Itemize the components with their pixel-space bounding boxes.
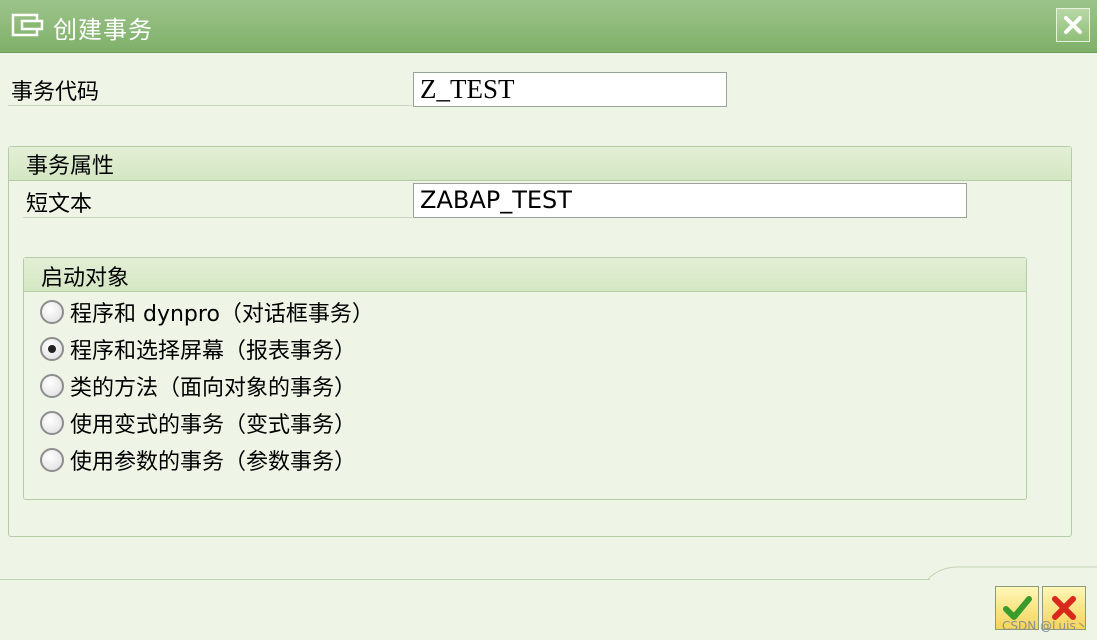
radio-button[interactable] — [40, 411, 64, 435]
radio-label: 使用变式的事务（变式事务） — [70, 413, 357, 438]
radio-button[interactable] — [40, 300, 64, 324]
short-text-label: 短文本 — [26, 192, 93, 217]
group-header — [24, 258, 1026, 292]
radio-button-selected[interactable] — [40, 337, 64, 361]
footer-divider — [0, 579, 930, 580]
short-text-input[interactable]: ZABAP_TEST — [413, 183, 967, 218]
footer-divider-curve — [928, 566, 1097, 580]
group-title: 启动对象 — [41, 266, 130, 291]
radio-label: 类的方法（面向对象的事务） — [70, 376, 357, 401]
radio-option-dialog-transaction[interactable]: 程序和 dynpro（对话框事务） — [40, 295, 374, 329]
transaction-code-label: 事务代码 — [11, 80, 100, 105]
close-button[interactable] — [1056, 8, 1090, 42]
label-underline — [23, 217, 412, 218]
window-title: 创建事务 — [53, 16, 153, 44]
radio-option-parameter-transaction[interactable]: 使用参数的事务（参数事务） — [40, 443, 356, 477]
label-underline — [8, 105, 412, 106]
radio-label: 使用参数的事务（参数事务） — [70, 450, 357, 475]
group-header — [9, 147, 1071, 181]
radio-button[interactable] — [40, 374, 64, 398]
close-icon — [1064, 16, 1082, 34]
create-transaction-icon — [11, 13, 44, 37]
group-title: 事务属性 — [26, 154, 115, 179]
radio-option-variant-transaction[interactable]: 使用变式的事务（变式事务） — [40, 406, 356, 440]
radio-option-report-transaction[interactable]: 程序和选择屏幕（报表事务） — [40, 332, 356, 366]
title-bar: 创建事务 — [0, 0, 1097, 53]
radio-label: 程序和选择屏幕（报表事务） — [70, 339, 357, 364]
watermark-text: CSDN @Luis丶 — [1002, 619, 1088, 633]
transaction-code-input[interactable]: Z_TEST — [413, 72, 727, 107]
radio-label: 程序和 dynpro（对话框事务） — [70, 302, 374, 327]
radio-option-oo-transaction[interactable]: 类的方法（面向对象的事务） — [40, 369, 356, 403]
radio-button[interactable] — [40, 448, 64, 472]
